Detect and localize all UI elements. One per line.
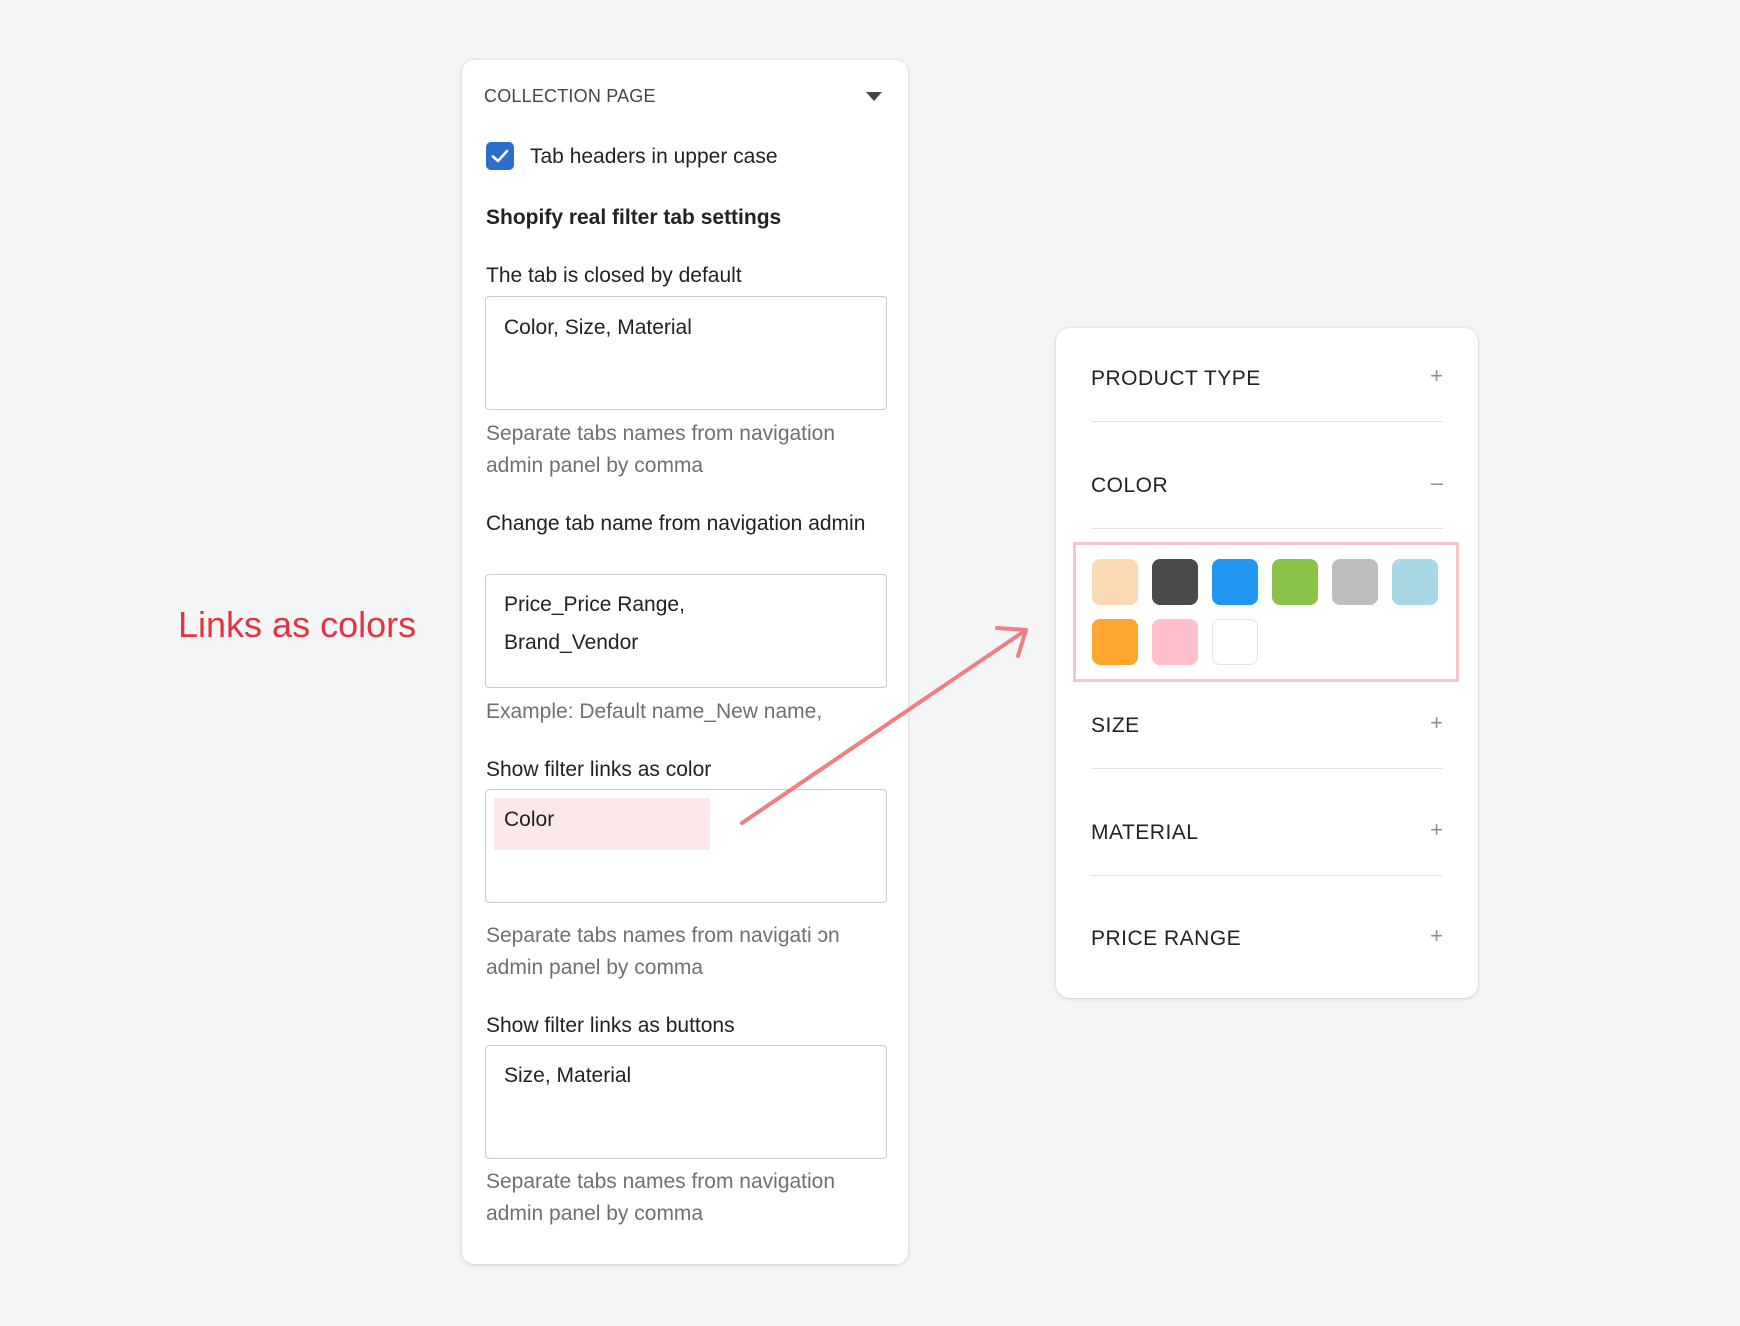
links-as-buttons-textarea[interactable]: Size, Material [485,1045,887,1159]
color-swatch-light-blue[interactable] [1392,559,1438,605]
color-swatch-green[interactable] [1272,559,1318,605]
expand-icon[interactable]: + [1430,710,1443,736]
change-tab-name-textarea[interactable]: Price_Price Range, Brand_Vendor [485,574,887,688]
filter-name: COLOR [1091,474,1169,497]
links-as-color-help: Separate tabs names from navigati ɔn adm… [486,924,840,979]
divider [1091,421,1443,422]
links-as-color-textarea[interactable]: Color [485,789,887,903]
filter-material[interactable]: MATERIAL + [1091,815,1443,855]
filter-name: PRICE RANGE [1091,927,1242,950]
uppercase-tab-headers-checkbox[interactable] [486,142,514,170]
arrow-head [995,626,1028,658]
annotation-links-as-colors: Links as colors [178,604,417,645]
expand-icon[interactable]: + [1430,817,1443,843]
links-as-color-label: Show filter links as color [486,758,712,781]
closed-by-default-label: The tab is closed by default [486,264,742,287]
change-tab-name-help: Example: Default name_New name, [486,700,823,723]
color-swatch-dark-gray[interactable] [1152,559,1198,605]
filter-name: SIZE [1091,714,1140,737]
divider [1091,875,1443,876]
caret-down-icon[interactable] [866,92,882,101]
closed-by-default-value: Color, Size, Material [504,316,692,339]
color-swatches-highlight [1073,542,1459,682]
divider [1091,528,1443,529]
closed-by-default-textarea[interactable]: Color, Size, Material [485,296,887,410]
color-swatch-light-gray[interactable] [1332,559,1378,605]
section-title: COLLECTION PAGE [484,86,656,106]
checkbox-label: Tab headers in upper case [530,145,778,168]
links-as-buttons-value: Size, Material [504,1064,632,1087]
collapse-icon[interactable]: – [1431,470,1443,496]
links-as-buttons-help: Separate tabs names from navigation admi… [486,1170,836,1225]
checkmark-icon [491,149,509,163]
divider [1091,768,1443,769]
filter-price-range[interactable]: PRICE RANGE + [1091,921,1443,961]
links-as-color-value: Color [504,808,555,831]
filter-name: PRODUCT TYPE [1091,367,1261,390]
change-tab-name-value: Price_Price Range, Brand_Vendor [504,593,685,654]
filter-size[interactable]: SIZE + [1091,708,1443,748]
closed-by-default-help: Separate tabs names from navigation admi… [486,422,836,477]
section-header[interactable]: COLLECTION PAGE [484,82,886,112]
expand-icon[interactable]: + [1430,363,1443,389]
color-swatch-pink[interactable] [1152,619,1198,665]
links-as-buttons-label: Show filter links as buttons [486,1014,735,1037]
collection-page-settings-panel: COLLECTION PAGE Tab headers in upper cas… [462,60,908,1264]
change-tab-name-label: Change tab name from navigation admin [486,512,866,535]
filter-tab-settings-heading: Shopify real filter tab settings [486,206,782,229]
color-swatch-orange[interactable] [1092,619,1138,665]
expand-icon[interactable]: + [1430,923,1443,949]
filter-name: MATERIAL [1091,821,1199,844]
color-swatch-blue[interactable] [1212,559,1258,605]
color-swatch-white[interactable] [1212,619,1258,665]
filter-product-type[interactable]: PRODUCT TYPE + [1091,361,1443,401]
color-swatch-peach[interactable] [1092,559,1138,605]
filter-color[interactable]: COLOR – [1091,468,1443,508]
filter-preview-panel: PRODUCT TYPE + COLOR – SIZE + MATERIAL +… [1056,328,1478,998]
